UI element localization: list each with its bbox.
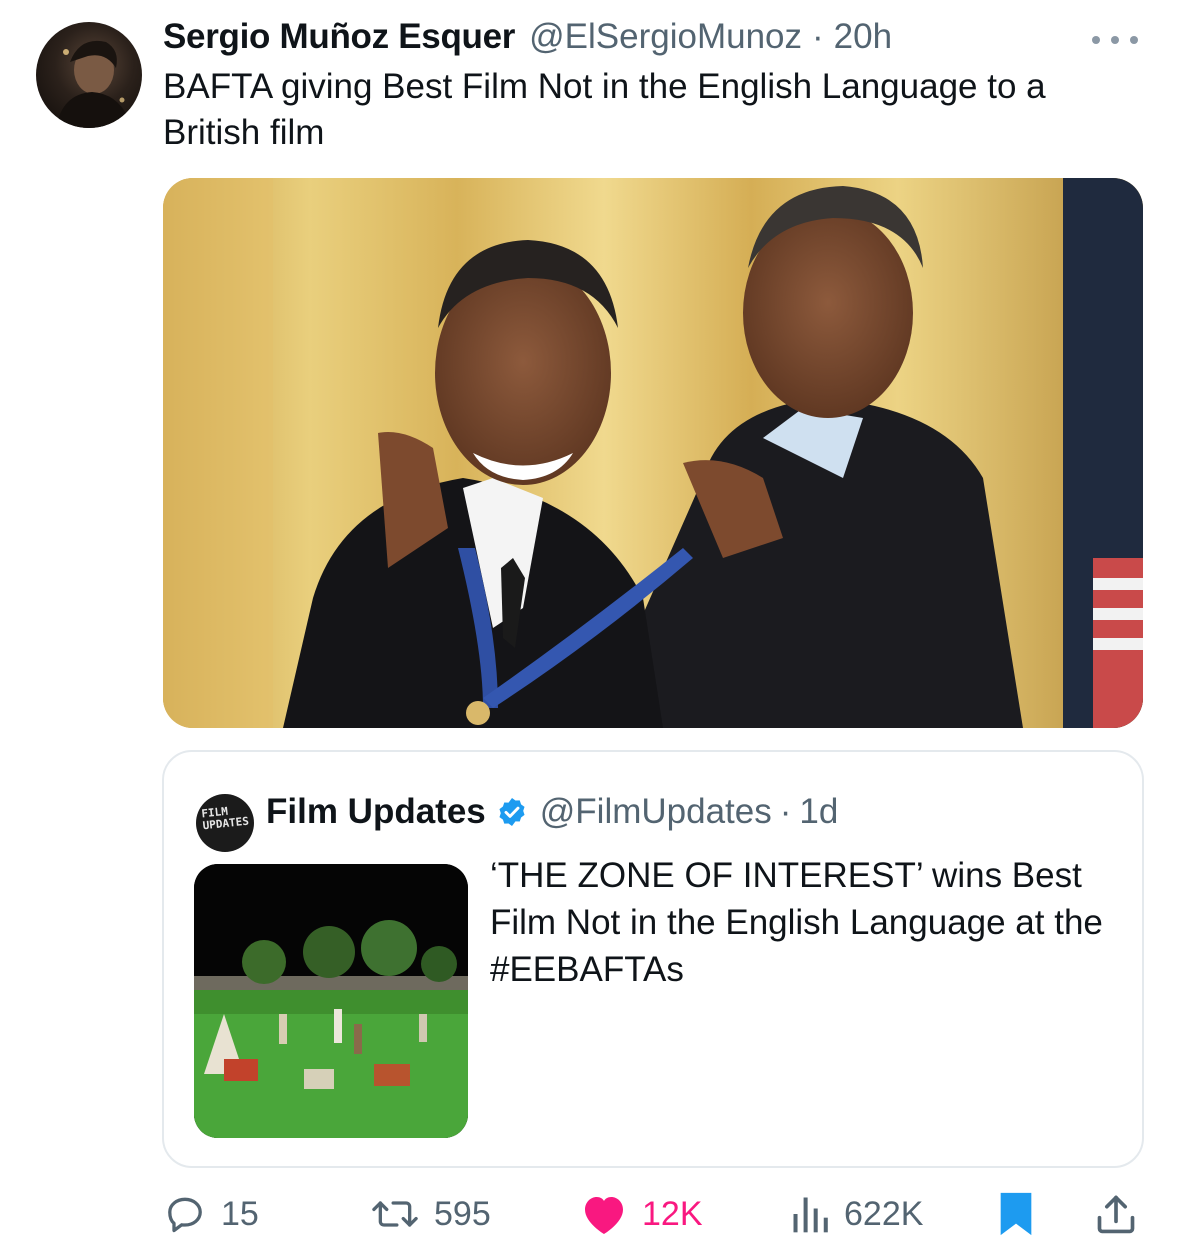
author-handle[interactable]: @ElSergioMunoz [529, 17, 802, 57]
quote-media-thumbnail[interactable] [194, 864, 468, 1138]
tweet-text: BAFTA giving Best Film Not in the Englis… [163, 67, 1046, 152]
quote-avatar-logo-text: FILM UPDATES [200, 804, 250, 833]
bookmark-icon [1000, 1192, 1032, 1236]
quoted-tweet[interactable]: FILM UPDATES Film Updates @FilmUpdates · … [162, 750, 1144, 1168]
heart-icon [585, 1197, 623, 1234]
quote-separator-dot: · [779, 792, 792, 831]
repost-button[interactable]: 595 [370, 1184, 491, 1244]
quote-author-handle[interactable]: @FilmUpdates [540, 792, 772, 832]
reply-icon [168, 1197, 202, 1233]
tweet-timestamp[interactable]: 20h [834, 17, 892, 57]
author-display-name[interactable]: Sergio Muñoz Esquer [163, 17, 515, 57]
tweet: Sergio Muñoz Esquer @ElSergioMunoz · 20h… [0, 0, 1179, 1254]
bookmark-button[interactable] [998, 1184, 1034, 1244]
more-options-icon[interactable] [1092, 30, 1138, 50]
like-count: 12K [642, 1194, 703, 1233]
quote-text: ‘THE ZONE OF INTEREST’ wins Best Film No… [490, 856, 1103, 989]
quote-timestamp[interactable]: 1d [799, 792, 838, 832]
views-button[interactable]: 622K [790, 1184, 923, 1244]
tweet-media-image[interactable] [163, 178, 1143, 728]
analytics-icon [793, 1197, 828, 1233]
tweet-action-bar: 15 595 12K 622K [0, 1184, 1179, 1244]
reply-count: 15 [221, 1194, 259, 1233]
repost-count: 595 [434, 1194, 491, 1233]
repost-icon [372, 1201, 418, 1227]
view-count: 622K [844, 1194, 924, 1233]
share-button[interactable] [1094, 1184, 1138, 1244]
quote-author-display-name[interactable]: Film Updates [266, 792, 486, 832]
author-avatar[interactable] [36, 22, 142, 128]
share-icon [1097, 1195, 1135, 1234]
tweet-header: Sergio Muñoz Esquer @ElSergioMunoz · 20h [163, 14, 892, 60]
quote-header: Film Updates @FilmUpdates · 1d [266, 788, 838, 836]
verified-badge-icon [496, 796, 528, 828]
like-button[interactable]: 12K [580, 1184, 703, 1244]
separator-dot: · [812, 17, 824, 56]
reply-button[interactable]: 15 [163, 1184, 259, 1244]
quote-author-avatar[interactable]: FILM UPDATES [196, 794, 254, 852]
